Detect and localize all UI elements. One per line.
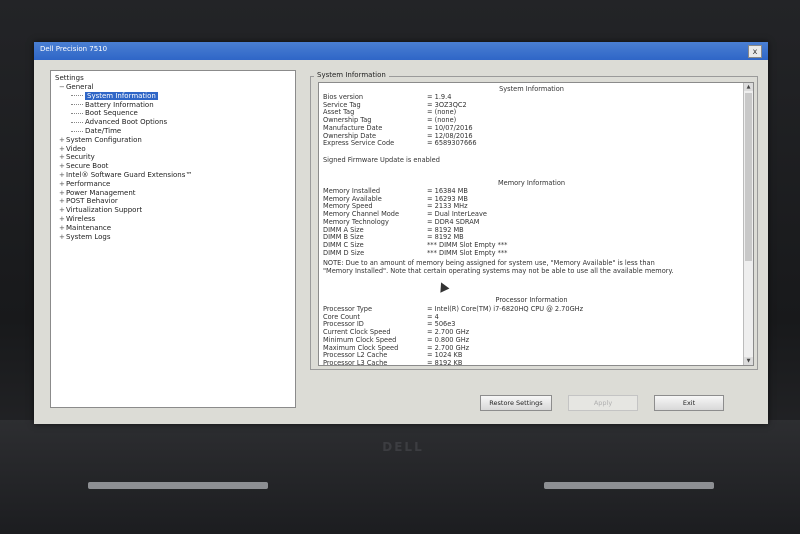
tree-item-label: System Logs	[66, 232, 111, 241]
field-label: Processor L3 Cache	[323, 358, 388, 366]
tree-item-label: Performance	[66, 179, 111, 188]
tree-connector	[71, 112, 83, 114]
expand-icon[interactable]: +	[59, 171, 66, 180]
tree-item-battery-information[interactable]: Battery Information	[71, 101, 154, 110]
expand-icon[interactable]: +	[59, 180, 66, 189]
expand-icon[interactable]: +	[59, 206, 66, 215]
tree-item-label: Maintenance	[66, 223, 112, 232]
tree-item-advanced-boot-options[interactable]: Advanced Boot Options	[71, 118, 167, 127]
field-value: = 6589307666	[427, 139, 477, 148]
system-info-row: Express Service Code = 6589307666	[323, 139, 743, 147]
field-value: = 8192 KB	[427, 358, 463, 366]
processor-info-row: Processor L3 Cache = 8192 KB	[323, 358, 743, 366]
tree-item-boot-sequence[interactable]: Boot Sequence	[71, 109, 138, 118]
laptop-lower-bezel	[0, 420, 800, 534]
tree-item-label: General	[66, 83, 94, 91]
memory-note: NOTE: Due to an amount of memory being a…	[323, 259, 674, 275]
tree-item-general[interactable]: −General	[59, 83, 94, 92]
system-info-heading: System Information	[499, 85, 564, 93]
dell-logo: DELL	[382, 440, 424, 454]
tree-item-label: System Configuration	[66, 135, 142, 144]
signed-firmware-status: Signed Firmware Update is enabled	[323, 156, 440, 164]
restore-settings-button[interactable]: Restore Settings	[480, 395, 552, 411]
tree-item-intel-software-guard-extensions[interactable]: +Intel® Software Guard Extensions™	[59, 171, 192, 180]
tree-item-video[interactable]: +Video	[59, 145, 86, 154]
collapse-icon[interactable]: −	[59, 83, 66, 92]
tree-item-label: Battery Information	[85, 100, 154, 109]
tree-connector	[71, 95, 83, 97]
tree-item-label: System Information	[85, 91, 158, 100]
tree-item-label: POST Behavior	[66, 197, 118, 206]
field-label: Express Service Code	[323, 139, 395, 148]
field-value: *** DIMM Slot Empty ***	[427, 248, 508, 257]
apply-button[interactable]: Apply	[568, 395, 638, 411]
scroll-up-icon[interactable]: ▲	[744, 83, 753, 91]
vertical-scrollbar[interactable]: ▲ ▼	[743, 83, 753, 365]
tree-item-label: Intel® Software Guard Extensions™	[66, 171, 193, 179]
processor-info-heading: Processor Information	[495, 296, 568, 304]
expand-icon[interactable]: +	[59, 215, 66, 224]
memory-info-row: DIMM D Size *** DIMM Slot Empty ***	[323, 249, 743, 257]
tree-item-secure-boot[interactable]: +Secure Boot	[59, 162, 108, 171]
right-hinge	[544, 482, 714, 489]
field-label: DIMM D Size	[323, 248, 365, 257]
group-title: System Information	[314, 71, 389, 79]
tree-item-label: Power Management	[66, 188, 136, 197]
expand-icon[interactable]: +	[59, 189, 66, 198]
tree-item-label: Date/Time	[85, 127, 122, 135]
close-icon[interactable]: x	[748, 45, 762, 58]
tree-connector	[71, 130, 83, 132]
tree-connector	[71, 104, 83, 106]
tree-item-label: Boot Sequence	[85, 109, 138, 118]
tree-item-system-information[interactable]: System Information	[71, 91, 158, 101]
tree-item-system-configuration[interactable]: +System Configuration	[59, 136, 142, 145]
window-title: Dell Precision 7510	[40, 45, 108, 53]
tree-item-maintenance[interactable]: +Maintenance	[59, 224, 111, 233]
expand-icon[interactable]: +	[59, 162, 66, 171]
left-hinge	[88, 482, 268, 489]
tree-root-settings[interactable]: Settings	[55, 74, 84, 82]
memory-info-heading: Memory Information	[497, 179, 566, 187]
expand-icon[interactable]: +	[59, 136, 66, 145]
tree-item-security[interactable]: +Security	[59, 153, 95, 162]
expand-icon[interactable]: +	[59, 233, 66, 242]
scroll-down-icon[interactable]: ▼	[744, 357, 753, 365]
expand-icon[interactable]: +	[59, 224, 66, 233]
title-bar: Dell Precision 7510 x	[34, 42, 768, 60]
tree-item-label: Advanced Boot Options	[85, 118, 168, 127]
tree-connector	[71, 121, 83, 123]
tree-item-label: Security	[66, 153, 95, 162]
expand-icon[interactable]: +	[59, 153, 66, 162]
tree-item-label: Virtualization Support	[66, 206, 143, 215]
exit-button[interactable]: Exit	[654, 395, 724, 411]
tree-item-post-behavior[interactable]: +POST Behavior	[59, 197, 118, 206]
tree-item-label: Video	[66, 144, 86, 153]
tree-item-label: Wireless	[66, 215, 96, 223]
bios-window: Dell Precision 7510 x Settings −General S…	[34, 42, 768, 424]
tree-item-label: Secure Boot	[66, 162, 109, 171]
system-information-panel: System Information Bios version = 1.9.4 Ser…	[318, 82, 754, 366]
scrollbar-thumb[interactable]	[745, 93, 752, 261]
tree-item-virtualization-support[interactable]: +Virtualization Support	[59, 206, 142, 215]
settings-tree: Settings −General System Information Batte…	[50, 70, 296, 408]
tree-item-date-time[interactable]: Date/Time	[71, 127, 121, 136]
expand-icon[interactable]: +	[59, 197, 66, 206]
expand-icon[interactable]: +	[59, 145, 66, 154]
tree-item-wireless[interactable]: +Wireless	[59, 215, 95, 224]
tree-item-power-management[interactable]: +Power Management	[59, 189, 136, 198]
tree-item-system-logs[interactable]: +System Logs	[59, 233, 110, 242]
tree-item-performance[interactable]: +Performance	[59, 180, 110, 189]
